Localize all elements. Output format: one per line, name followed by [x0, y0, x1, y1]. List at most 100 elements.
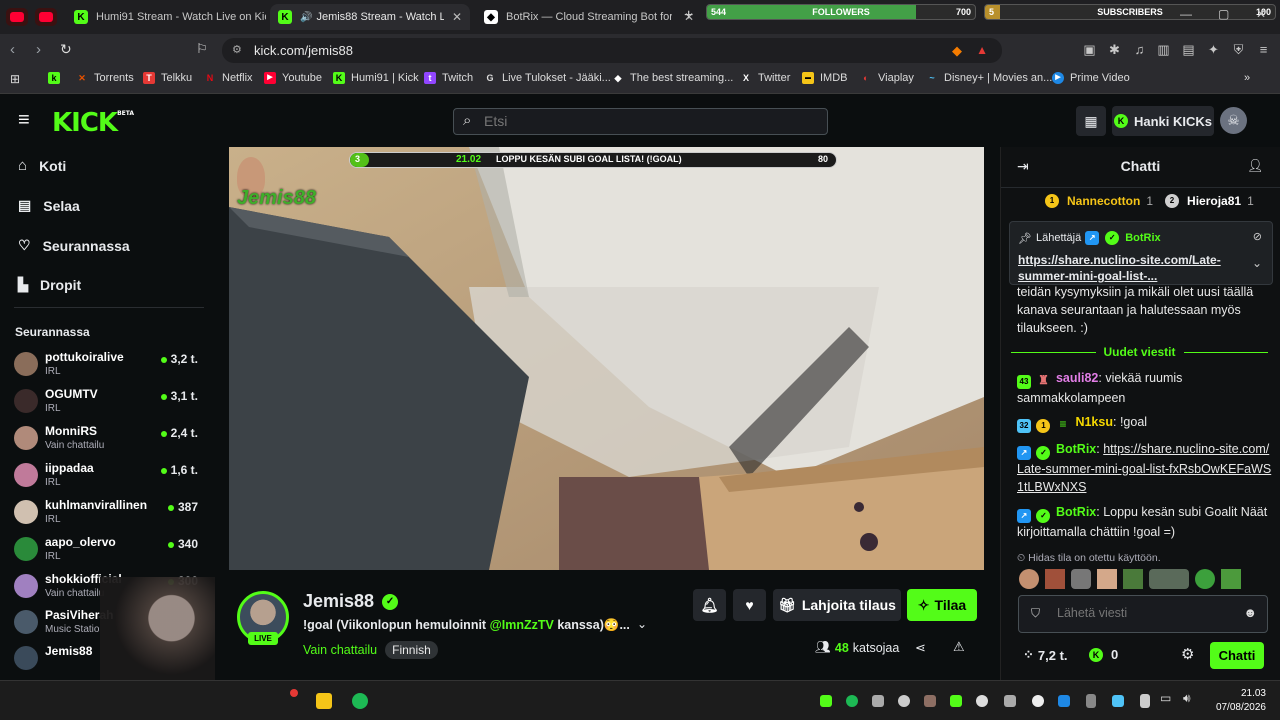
vpn-icon[interactable]: ⛨	[1231, 42, 1246, 57]
extension-screen-icon[interactable]: ▣	[1082, 42, 1097, 57]
site-info-icon[interactable]: ⚙	[232, 38, 242, 63]
chat-username[interactable]: BotRix	[1056, 505, 1096, 519]
emote-icon[interactable]	[1097, 569, 1117, 589]
bookmark-disney[interactable]: ~ Disney+ | Movies an...	[926, 72, 1052, 84]
brave-rewards-icon[interactable]: ▲	[976, 38, 988, 63]
menu-icon[interactable]: ≡	[1256, 42, 1271, 57]
gifter-name[interactable]: Hieroja81	[1187, 194, 1241, 208]
chat-settings-icon[interactable]: ⚙	[1181, 645, 1194, 663]
close-tab-icon[interactable]: ✕	[444, 10, 462, 24]
phone-icon[interactable]	[1086, 694, 1096, 708]
emote-icon[interactable]	[1071, 569, 1091, 589]
gift-sub-button[interactable]: 🎁︎ Lahjoita tilaus	[773, 589, 901, 621]
stream-title-mention[interactable]: @ImnZzTV	[490, 618, 554, 632]
bookmark-youtube[interactable]: ▶ Youtube	[264, 72, 322, 84]
sidebar-channel[interactable]: OGUMTV IRL 3,1 t.	[14, 387, 204, 421]
sidebar-channel[interactable]: aapo_olervo IRL 340	[14, 535, 204, 569]
bookmark-prime[interactable]: ▶ Prime Video	[1052, 72, 1130, 84]
user-avatar[interactable]: ☠	[1220, 107, 1247, 134]
media-icon[interactable]: ♫	[1132, 42, 1147, 57]
sidebar-channel[interactable]: kuhlmanvirallinen IRL 387	[14, 498, 204, 532]
emote-icon[interactable]	[1045, 569, 1065, 589]
file-explorer-icon[interactable]	[316, 693, 332, 709]
tray-spotify-icon[interactable]	[846, 695, 858, 707]
bookmark-twitch[interactable]: t Twitch	[424, 72, 473, 84]
minimize-icon[interactable]: —	[1180, 7, 1192, 21]
maximize-icon[interactable]: ▢	[1218, 7, 1229, 21]
expand-pinned-icon[interactable]: ⌄	[1252, 256, 1262, 270]
notifications-button[interactable]: 🔔︎	[693, 589, 726, 621]
url-field[interactable]: ⚙ kick.com/jemis88 ◆ ▲	[222, 38, 1002, 63]
chat-input[interactable]	[1057, 606, 1237, 620]
microphone-icon[interactable]	[1140, 694, 1150, 708]
tab-botrix[interactable]: ◆ BotRix — Cloud Streaming Bot for Twitc…	[476, 4, 702, 30]
bookmark-streaming[interactable]: ◆ The best streaming...	[612, 72, 734, 84]
wallet-icon[interactable]: ▤	[1181, 42, 1196, 57]
extensions-icon[interactable]: ✱	[1107, 42, 1122, 57]
sidebar-item-dropit[interactable]: ▙ Dropit	[18, 277, 81, 293]
sidebar-channel[interactable]: MonniRS Vain chattailu 2,4 t.	[14, 424, 204, 458]
bookmark-telkku[interactable]: T Telkku	[143, 72, 192, 84]
hamburger-menu-icon[interactable]: ≡	[18, 109, 30, 132]
brave-shield-icon[interactable]: ◆	[952, 38, 962, 63]
pinned-tab-youtube[interactable]	[6, 8, 28, 26]
emoji-icon[interactable]: ☻	[1243, 605, 1257, 620]
report-icon[interactable]: ⚠	[953, 639, 965, 655]
pinned-tab-youtube-2[interactable]	[35, 8, 57, 26]
bookmark-torrents[interactable]: ✕ Torrents	[76, 72, 134, 84]
bookmark-kick-green[interactable]: k	[48, 72, 66, 84]
bookmark-netflix[interactable]: N Netflix	[204, 72, 253, 84]
clock[interactable]: 21.03 07/08/2026	[1206, 687, 1266, 715]
chat-username[interactable]: BotRix	[1056, 442, 1096, 456]
channel-points[interactable]: ⁘ 7,2 t.	[1023, 647, 1068, 663]
kick-logo[interactable]: KICKBETA	[52, 108, 134, 138]
sidebar-item-seurannassa[interactable]: ♡ Seurannassa	[18, 237, 130, 254]
chat-username[interactable]: sauli82	[1056, 371, 1098, 385]
emote-icon[interactable]	[1019, 569, 1039, 589]
language-tag[interactable]: Finnish	[385, 641, 438, 659]
apps-grid-icon[interactable]: ⊞	[10, 72, 20, 86]
gifter-name[interactable]: Nannecotton	[1067, 194, 1140, 208]
forward-icon[interactable]: ›	[36, 41, 41, 58]
pinned-sender-name[interactable]: BotRix	[1125, 232, 1160, 244]
sidebar-item-selaa[interactable]: ▤ Selaa	[18, 197, 80, 214]
pinned-message[interactable]: 📌︎ Lähettäjä ↗ ✓ BotRix https://share.nu…	[1009, 221, 1273, 285]
leo-ai-icon[interactable]: ✦	[1206, 42, 1221, 57]
emote-icon[interactable]	[1123, 569, 1143, 589]
bluetooth-icon[interactable]	[1058, 695, 1070, 707]
discord-icon[interactable]	[872, 695, 884, 707]
search-box[interactable]: ⌕	[453, 108, 828, 135]
new-tab-button[interactable]: +	[684, 7, 693, 25]
send-chat-button[interactable]: Chatti	[1210, 642, 1264, 669]
tray-app-icon[interactable]	[820, 695, 832, 707]
steam-icon[interactable]	[976, 695, 988, 707]
bookmark-imdb[interactable]: ▬ IMDB	[802, 72, 848, 84]
get-kicks-button[interactable]: K Hanki KICKs	[1112, 106, 1214, 136]
tray-app-icon-2[interactable]	[924, 695, 936, 707]
search-input[interactable]	[484, 113, 814, 129]
sidebar-item-koti[interactable]: ⌂ Koti	[18, 157, 66, 174]
bookmark-humi91[interactable]: K Humi91 | Kick	[333, 72, 419, 84]
sidebar-channel[interactable]: pottukoiralive IRL 3,2 t.	[14, 350, 204, 384]
bookmark-icon[interactable]: ⚐	[196, 41, 208, 57]
users-icon[interactable]: 👤︎	[1247, 158, 1264, 174]
tray-app-icon-4[interactable]	[1032, 695, 1044, 707]
kicks-balance[interactable]: K0	[1089, 647, 1118, 662]
spotify-icon[interactable]	[352, 693, 368, 709]
chat-username[interactable]: N1ksu	[1075, 415, 1113, 429]
category-link[interactable]: Vain chattailu	[303, 643, 377, 657]
video-player[interactable]: 3 21.02 LOPPU KESÄN SUBI GOAL LISTA! (!G…	[229, 147, 984, 570]
bookmark-live-tulokset[interactable]: G Live Tulokset - Jääki...	[484, 72, 610, 84]
hide-pinned-icon[interactable]: ⊘	[1253, 230, 1262, 243]
back-icon[interactable]: ‹	[10, 41, 15, 58]
network-icon[interactable]: ▭	[1160, 691, 1171, 705]
subscribe-button[interactable]: ✧ Tilaa	[907, 589, 977, 621]
channel-name[interactable]: Jemis88	[303, 591, 374, 612]
tray-app-icon-3[interactable]	[1004, 695, 1016, 707]
pepe-emote-icon[interactable]	[1195, 569, 1215, 589]
tab-humi91[interactable]: K Humi91 Stream - Watch Live on Kick	[66, 4, 266, 30]
chat-input-box[interactable]: ⛉ ☻	[1018, 595, 1268, 633]
play-icon[interactable]	[950, 695, 962, 707]
bookmark-twitter[interactable]: X Twitter	[740, 72, 790, 84]
emote-icon[interactable]	[1149, 569, 1189, 589]
